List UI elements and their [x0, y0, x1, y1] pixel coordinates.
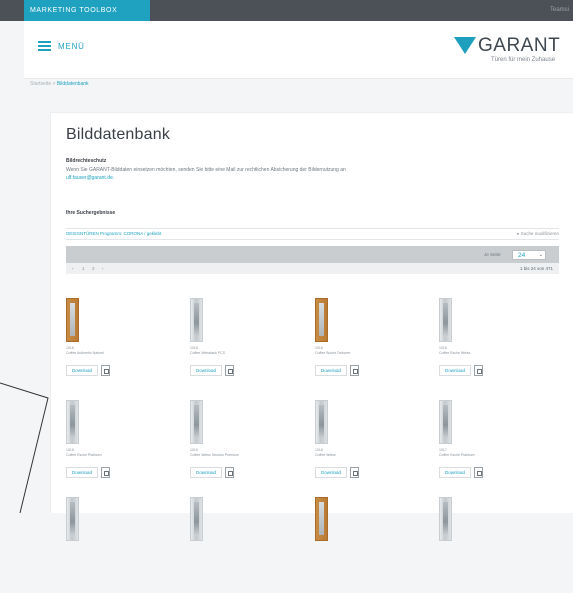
select-checkbox[interactable]: [474, 467, 483, 478]
active-filter-link[interactable]: DESIGNTÜREN Programm: CORONA / geklebt: [66, 231, 161, 236]
per-page-label: Je Seite:: [484, 252, 502, 257]
results-count: 1 bis 24 von 471: [519, 266, 553, 271]
per-page-value: 24: [518, 252, 526, 259]
product-image[interactable]: [315, 298, 328, 342]
product-card: 1016 Coffee Weisslack PCS Download: [180, 298, 270, 394]
product-meta: 1016 Coffee Weisslack PCS: [190, 346, 226, 355]
page-2[interactable]: 2: [92, 266, 95, 271]
select-checkbox[interactable]: [101, 467, 110, 478]
select-checkbox[interactable]: [225, 365, 234, 376]
menu-button[interactable]: MENÜ: [38, 41, 85, 51]
select-checkbox[interactable]: [350, 467, 359, 478]
breadcrumb-home[interactable]: Startseite: [30, 81, 51, 87]
breadcrumb-current: Bilddatenbank: [56, 81, 89, 87]
logo-tagline: Türen für mein Zuhause: [491, 57, 556, 63]
page-1[interactable]: 1: [82, 266, 85, 271]
product-card: [56, 497, 146, 593]
download-button[interactable]: Download: [439, 365, 471, 376]
product-image[interactable]: [315, 400, 328, 444]
logo-name: GARANT: [478, 35, 561, 56]
product-image[interactable]: [439, 497, 452, 541]
product-meta: 1016 Coffee Buche Dekoren: [315, 346, 351, 355]
chevron-down-icon: ⌄: [538, 252, 543, 258]
notice-email-link[interactable]: ulf.fauser@garant.de.: [66, 175, 114, 181]
download-button[interactable]: Download: [315, 365, 347, 376]
product-image[interactable]: [439, 400, 452, 444]
menu-label: MENÜ: [58, 41, 85, 51]
product-image[interactable]: [190, 400, 203, 444]
product-image[interactable]: [190, 298, 203, 342]
product-card: [180, 497, 270, 593]
product-card: [429, 497, 519, 593]
product-card: 1016 Coffee Esche Weiss Download: [429, 298, 519, 394]
pagination: ‹ 1 2 › 1 bis 24 von 471: [66, 263, 559, 274]
main-content: Bilddatenbank Bildrechteschutz Wenn Sie …: [50, 112, 573, 541]
product-meta: 1016 Coffee Weiss Struktur Premium: [190, 448, 239, 457]
notice-text-block: Wenn Sie GARANT-Bilddaten einsetzen möch…: [66, 166, 496, 182]
site-header: MENÜ GARANT Türen für mein Zuhause: [24, 21, 573, 79]
download-button[interactable]: Download: [66, 365, 98, 376]
product-card: 1016 Coffee Authentic Naturel Download: [56, 298, 146, 394]
product-image[interactable]: [66, 400, 79, 444]
page-title: Bilddatenbank: [66, 126, 171, 143]
breadcrumb-separator: >: [52, 81, 56, 87]
results-title: Ihre Suchergebnisse: [66, 210, 116, 216]
select-checkbox[interactable]: [225, 467, 234, 478]
garant-logo[interactable]: GARANT: [454, 35, 560, 56]
notice-text: Wenn Sie GARANT-Bilddaten einsetzen möch…: [66, 167, 346, 173]
page-next[interactable]: ›: [102, 266, 104, 271]
product-meta: 1016 Coffee Authentic Naturel: [66, 346, 104, 355]
notice-title: Bildrechteschutz: [66, 158, 107, 164]
select-checkbox[interactable]: [350, 365, 359, 376]
breadcrumb: Startseite > Bilddatenbank: [30, 81, 89, 87]
product-image[interactable]: [190, 497, 203, 541]
results-toolbar: Je Seite: 24 ⌄: [66, 246, 559, 263]
product-image[interactable]: [66, 497, 79, 541]
download-button[interactable]: Download: [439, 467, 471, 478]
download-button[interactable]: Download: [315, 467, 347, 478]
modify-search-link[interactable]: ▸ Suche modifizieren: [517, 231, 559, 237]
per-page-select[interactable]: 24 ⌄: [512, 250, 546, 260]
topbar-right-link[interactable]: Teamsi: [550, 0, 569, 21]
product-image[interactable]: [439, 298, 452, 342]
product-card: 1017 Coffee Esche Platinum Download: [429, 400, 519, 496]
download-button[interactable]: Download: [66, 467, 98, 478]
product-card: 1016 Coffee Weiss Struktur Premium Downlo…: [180, 400, 270, 496]
product-card: 1016 Coffee Buche Dekoren Download: [305, 298, 395, 394]
page-prev[interactable]: ‹: [72, 266, 74, 271]
logo-triangle-icon: [454, 37, 476, 54]
hamburger-icon: [38, 41, 51, 51]
select-checkbox[interactable]: [474, 365, 483, 376]
download-button[interactable]: Download: [190, 467, 222, 478]
product-meta: 1016 Coffee Esche Platinum: [66, 448, 102, 457]
product-meta: 1016 Coffee Weiss: [315, 448, 336, 457]
product-card: [305, 497, 395, 593]
toolbox-tab[interactable]: MARKETING TOOLBOX: [24, 0, 150, 21]
filter-row: DESIGNTÜREN Programm: CORONA / geklebt ▸…: [66, 228, 559, 240]
product-image[interactable]: [66, 298, 79, 342]
product-image[interactable]: [315, 497, 328, 541]
product-card: 1016 Coffee Esche Platinum Download: [56, 400, 146, 496]
select-checkbox[interactable]: [101, 365, 110, 376]
product-meta: 1017 Coffee Esche Platinum: [439, 448, 475, 457]
download-button[interactable]: Download: [190, 365, 222, 376]
product-card: 1016 Coffee Weiss Download: [305, 400, 395, 496]
product-meta: 1016 Coffee Esche Weiss: [439, 346, 471, 355]
top-bar: MARKETING TOOLBOX Teamsi: [0, 0, 573, 21]
